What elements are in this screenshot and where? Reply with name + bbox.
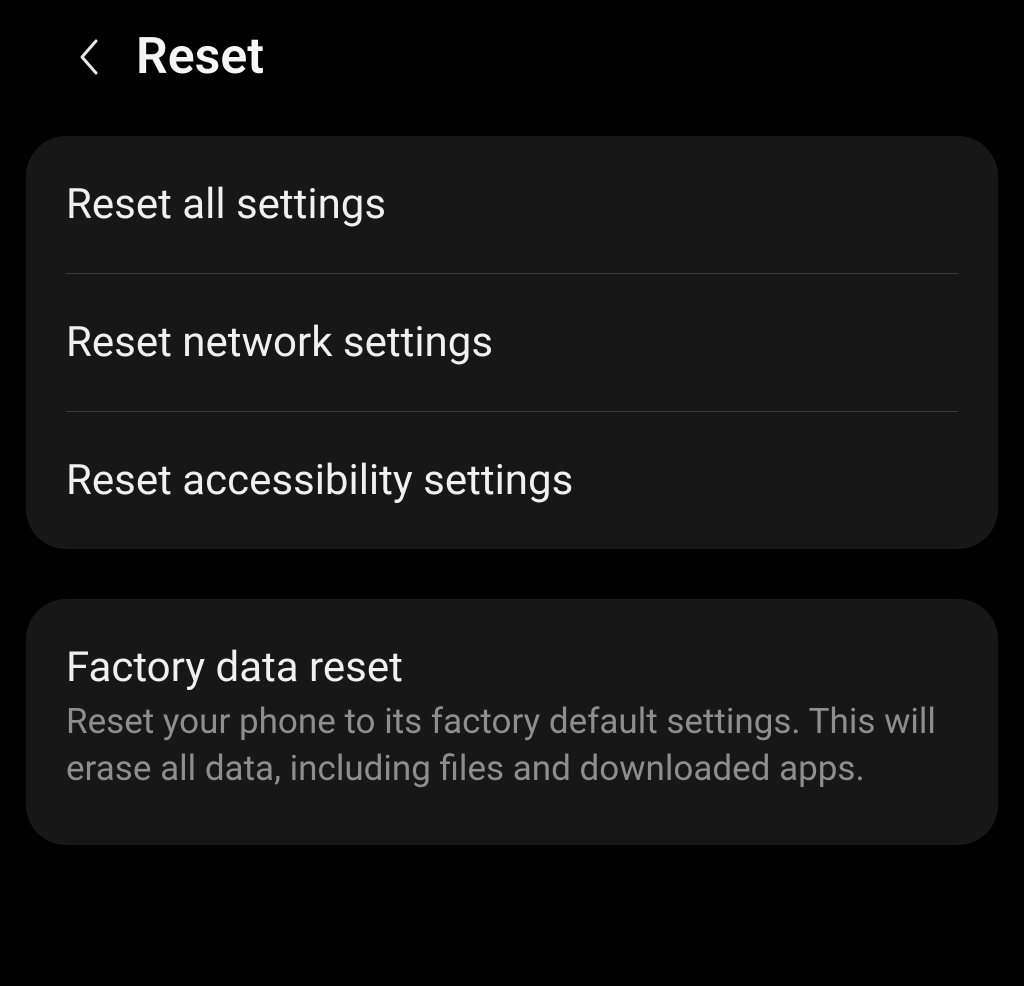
page-title: Reset — [136, 28, 264, 86]
factory-data-reset-item[interactable]: Factory data reset Reset your phone to i… — [26, 599, 998, 845]
header: Reset — [0, 0, 1024, 136]
list-item-description: Reset your phone to its factory default … — [66, 698, 958, 793]
list-item-title: Factory data reset — [66, 643, 958, 692]
chevron-left-icon — [74, 37, 102, 77]
list-item-title: Reset accessibility settings — [66, 456, 958, 505]
list-item-title: Reset all settings — [66, 180, 958, 229]
reset-accessibility-settings-item[interactable]: Reset accessibility settings — [26, 412, 998, 549]
reset-all-settings-item[interactable]: Reset all settings — [26, 136, 998, 273]
reset-options-card: Reset all settings Reset network setting… — [26, 136, 998, 549]
factory-reset-card: Factory data reset Reset your phone to i… — [26, 599, 998, 845]
list-item-title: Reset network settings — [66, 318, 958, 367]
back-button[interactable] — [70, 39, 106, 75]
reset-network-settings-item[interactable]: Reset network settings — [26, 274, 998, 411]
